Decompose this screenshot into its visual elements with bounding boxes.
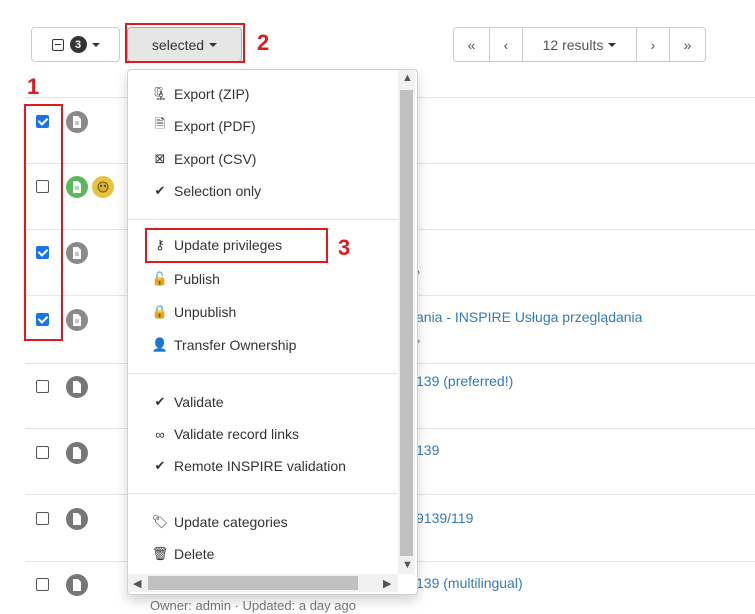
row-title-link[interactable]: 139 (preferred!): [416, 373, 513, 389]
pagination: « ‹ 12 results › »: [453, 27, 706, 62]
menu-remote-inspire-validation[interactable]: ✔ Remote INSPIRE validation: [152, 455, 346, 477]
menu-export-csv[interactable]: ⊠ Export (CSV): [152, 148, 257, 170]
row-checkbox[interactable]: [36, 578, 49, 591]
next-page-button[interactable]: ›: [636, 27, 670, 62]
results-count-label: 12 results: [542, 36, 604, 53]
check-icon: ✔: [154, 394, 166, 409]
menu-export-zip[interactable]: 🗜 Export (ZIP): [151, 83, 250, 105]
menu-publish[interactable]: 🔓 Publish: [152, 268, 220, 290]
document-icon: [66, 176, 88, 198]
menu-validate[interactable]: ✔ Validate: [152, 391, 224, 413]
pdf-file-icon: 🗎: [154, 116, 166, 131]
document-icon: [66, 442, 88, 464]
row-checkbox[interactable]: [36, 512, 49, 525]
scroll-down-arrow-icon[interactable]: ▼: [402, 559, 413, 571]
chevron-down-icon: [91, 42, 100, 47]
results-count-dropdown[interactable]: 12 results: [522, 27, 637, 62]
menu-selection-only[interactable]: ✔ Selection only: [152, 180, 262, 202]
row-title-link[interactable]: 139 (multilingual): [416, 575, 523, 591]
row-title-link[interactable]: 139: [416, 442, 439, 458]
menu-validate-record-links[interactable]: ∞ Validate record links: [152, 423, 299, 445]
scroll-left-arrow-icon[interactable]: ◀: [133, 577, 141, 590]
row-title-link[interactable]: 9139/119: [416, 510, 473, 526]
menu-horizontal-scroll-thumb[interactable]: [148, 576, 358, 590]
menu-delete[interactable]: 🗑 Delete: [151, 543, 215, 565]
menu-export-pdf[interactable]: 🗎 Export (PDF): [152, 115, 256, 137]
annotation-number-1: 1: [27, 74, 40, 99]
document-icon: [66, 309, 88, 331]
document-icon: [66, 242, 88, 264]
checkbox-column-highlight: [24, 104, 63, 341]
selected-count-badge: 3: [69, 36, 87, 53]
lock-icon: 🔒: [151, 304, 169, 319]
menu-divider: [128, 373, 398, 374]
update-privileges-highlight: [145, 228, 328, 263]
annotation-number-2: 2: [257, 30, 270, 55]
check-icon: ✔: [154, 458, 166, 473]
scroll-up-arrow-icon[interactable]: ▲: [402, 72, 413, 84]
menu-transfer-ownership[interactable]: 👤 Transfer Ownership: [151, 334, 297, 356]
menu-divider: [128, 493, 398, 494]
menu-vertical-scroll-thumb[interactable]: [400, 90, 413, 556]
scroll-right-arrow-icon[interactable]: ▶: [383, 577, 391, 590]
zip-file-icon: 🗜: [151, 86, 169, 101]
user-icon: 👤: [151, 337, 169, 352]
check-icon: ✔: [154, 183, 166, 198]
trash-icon: 🗑: [151, 546, 169, 561]
select-all-icon: [51, 38, 64, 51]
unlock-icon: 🔓: [151, 271, 169, 286]
document-icon: [66, 376, 88, 398]
selected-button-highlight: [125, 23, 245, 63]
menu-unpublish[interactable]: 🔒 Unpublish: [152, 301, 236, 323]
thumbnail-icon: [92, 176, 114, 198]
row-checkbox[interactable]: [36, 446, 49, 459]
last-page-button[interactable]: »: [669, 27, 706, 62]
row-owner-meta: Owner: admin · Updated: a day ago: [150, 598, 356, 613]
selected-actions-menu: 🗜 Export (ZIP) 🗎 Export (PDF) ⊠ Export (…: [127, 69, 418, 595]
document-icon: [66, 574, 88, 596]
annotation-number-3: 3: [338, 235, 351, 260]
select-all-dropdown[interactable]: 3: [31, 27, 120, 62]
document-icon: [66, 508, 88, 530]
prev-page-button[interactable]: ‹: [489, 27, 523, 62]
first-page-button[interactable]: «: [453, 27, 490, 62]
menu-divider: [128, 219, 398, 220]
tags-icon: 🏷: [151, 514, 169, 529]
link-icon: ∞: [155, 426, 165, 442]
chevron-down-icon: [608, 42, 617, 47]
row-title-link[interactable]: ania - INSPIRE Usługa przeglądania: [416, 309, 642, 325]
menu-update-categories[interactable]: 🏷 Update categories: [152, 511, 288, 533]
csv-file-icon: ⊠: [154, 151, 166, 166]
document-icon: [66, 111, 88, 133]
row-checkbox[interactable]: [36, 380, 49, 393]
